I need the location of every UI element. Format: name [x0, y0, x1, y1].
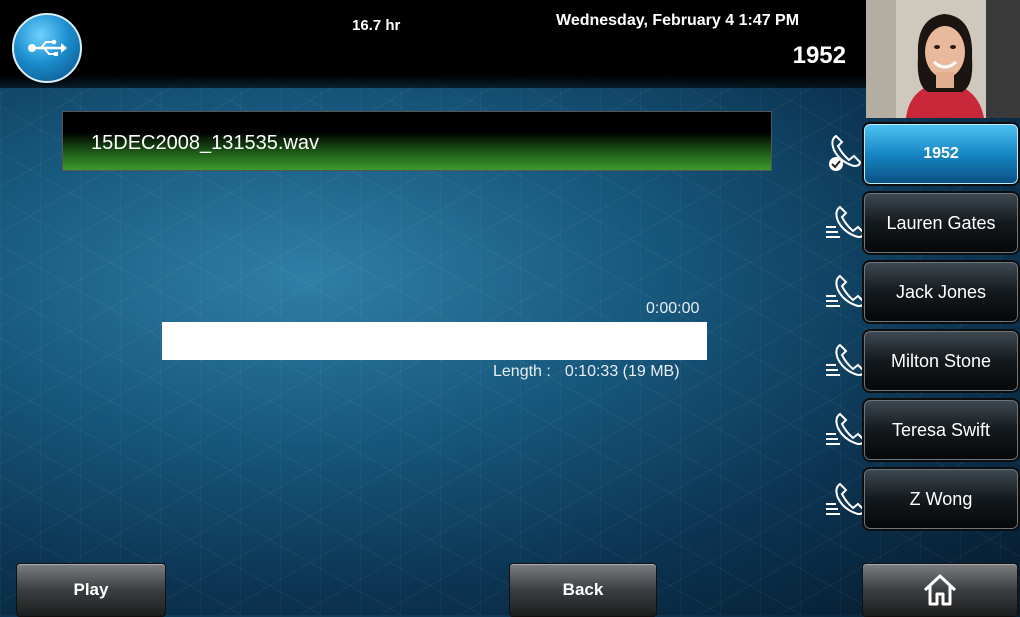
- recording-filename: 15DEC2008_131535.wav: [91, 132, 319, 154]
- line-key-lauren-gates[interactable]: Lauren Gates: [862, 191, 1020, 255]
- line-key-label: Lauren Gates: [886, 212, 996, 233]
- back-button-label: Back: [562, 580, 604, 599]
- home-icon: [923, 574, 957, 606]
- line-key-label: Milton Stone: [890, 350, 992, 371]
- line-key-1952[interactable]: 1952: [862, 122, 1020, 186]
- usb-button[interactable]: [12, 13, 82, 83]
- elapsed-time: 0:00:00: [646, 300, 700, 317]
- home-button[interactable]: [862, 563, 1018, 617]
- phone-handset-icon: [826, 412, 864, 446]
- line-key-teresa-swift[interactable]: Teresa Swift: [862, 398, 1020, 462]
- line-key-label: Z Wong: [909, 488, 973, 509]
- line-key-label: Teresa Swift: [891, 419, 991, 440]
- phone-handset-icon: [829, 134, 862, 171]
- phone-handset-icon: [826, 482, 864, 516]
- recording-length: Length : 0:10:33 (19 MB): [493, 363, 680, 381]
- user-photo: [866, 0, 1020, 118]
- usb-icon: [28, 39, 67, 56]
- length-value: 0:10:33 (19 MB): [564, 363, 680, 380]
- phone-handset-icon: [826, 343, 864, 377]
- phone-handset-icon: [826, 274, 864, 308]
- length-label: Length :: [493, 363, 551, 380]
- line-key-z-wong[interactable]: Z Wong: [862, 467, 1020, 531]
- line-number: 1952: [792, 42, 846, 69]
- recording-file-bar: 15DEC2008_131535.wav: [62, 111, 772, 171]
- phone-handset-icon: [826, 205, 864, 239]
- line-key-milton-stone[interactable]: Milton Stone: [862, 329, 1020, 393]
- line-key-label: Jack Jones: [895, 281, 987, 302]
- back-button[interactable]: Back: [509, 563, 657, 617]
- recording-time-remaining: 16.7 hr: [352, 17, 401, 34]
- playback-progress-bar: [162, 322, 707, 360]
- date-time: Wednesday, February 4 1:47 PM: [556, 12, 800, 29]
- play-button-label: Play: [73, 580, 109, 599]
- play-button[interactable]: Play: [16, 563, 166, 617]
- line-key-label: 1952: [923, 145, 959, 162]
- line-key-jack-jones[interactable]: Jack Jones: [862, 260, 1020, 324]
